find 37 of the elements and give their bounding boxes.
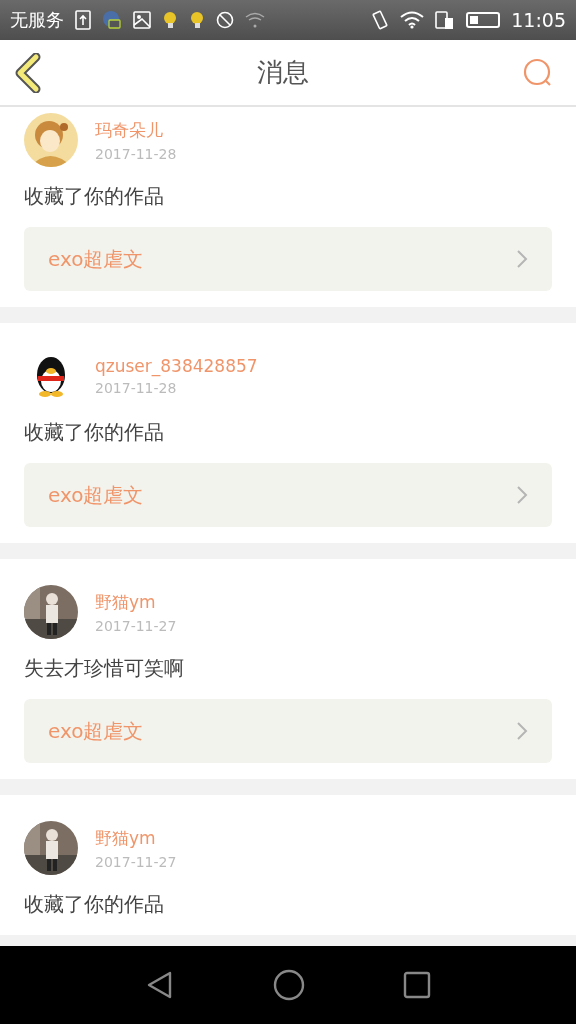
upload-icon [75, 10, 91, 30]
chevron-right-icon [516, 721, 528, 741]
chevron-right-icon [516, 249, 528, 269]
work-title: exo超虐文 [48, 481, 144, 509]
recents-button[interactable] [403, 971, 431, 999]
image-icon [133, 11, 151, 29]
page-title: 消息 [257, 56, 309, 89]
work-title: exo超虐文 [48, 717, 144, 745]
message-date: 2017-11-28 [95, 145, 177, 162]
message-date: 2017-11-27 [95, 617, 177, 634]
wifi-icon [400, 11, 425, 29]
bulb-icon [189, 11, 205, 29]
user-name[interactable]: qzuser_838428857 [95, 356, 258, 376]
chevron-right-icon [516, 485, 528, 505]
sim-icon [435, 10, 456, 30]
message-date: 2017-11-28 [95, 380, 178, 396]
work-link[interactable]: exo超虐文 [24, 463, 552, 527]
clock-text: 11:05 [511, 9, 566, 31]
vibrate-icon [371, 10, 390, 30]
home-button[interactable] [273, 969, 305, 1001]
message-text: 收藏了你的作品 [24, 891, 165, 918]
message-text: 失去才珍惜可笑啊 [24, 655, 185, 682]
message-text: 收藏了你的作品 [24, 419, 165, 446]
work-title: exo超虐文 [48, 245, 144, 273]
wifi-question-icon [245, 12, 265, 28]
carrier-text: 无服务 [10, 8, 64, 32]
message-text: 收藏了你的作品 [24, 183, 165, 210]
blocked-icon [216, 11, 234, 29]
message-date: 2017-11-27 [95, 853, 177, 870]
battery-icon [466, 12, 501, 28]
user-name[interactable]: 野猫ym [95, 826, 177, 850]
bulb-icon [162, 11, 178, 29]
work-link[interactable]: exo超虐文 [24, 699, 552, 763]
chat-icon [102, 10, 122, 30]
user-name[interactable]: 野猫ym [95, 590, 177, 614]
work-link[interactable]: exo超虐文 [24, 227, 552, 291]
user-name[interactable]: 玛奇朵儿 [95, 118, 177, 142]
